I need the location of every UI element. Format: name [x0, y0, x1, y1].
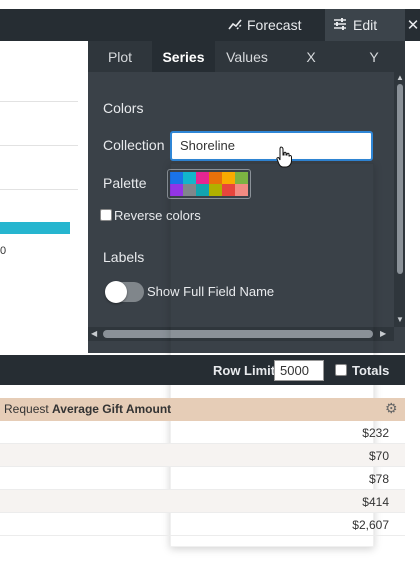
chart-bar: [0, 222, 70, 234]
collection-label: Collection: [103, 137, 165, 153]
tab-bar: Plot Series Values X Y: [88, 41, 405, 72]
scroll-right-icon[interactable]: ▶: [380, 329, 386, 338]
tab-series[interactable]: Series: [152, 41, 215, 72]
table-header[interactable]: Request Average Gift Amount ⚙: [0, 398, 405, 421]
gridline: [0, 101, 78, 102]
labels-heading: Labels: [103, 249, 145, 265]
forecast-label: Forecast: [247, 17, 302, 33]
scroll-left-icon[interactable]: ◀: [91, 329, 97, 338]
table-row: $70: [0, 444, 405, 467]
reverse-colors-checkbox[interactable]: [100, 209, 112, 221]
palette-swatch: [170, 172, 183, 184]
table-row: $78: [0, 467, 405, 490]
palette-swatch: [222, 172, 235, 184]
show-full-field-name-label: Show Full Field Name: [147, 284, 275, 299]
edit-button[interactable]: Edit: [325, 9, 405, 41]
show-full-field-name-toggle[interactable]: [105, 281, 144, 303]
hand-cursor-icon: [276, 146, 292, 168]
cell-value: $2,607: [352, 518, 389, 532]
scrollbar-thumb[interactable]: [103, 330, 373, 338]
palette-swatch: [196, 184, 209, 196]
row-limit-input[interactable]: 5000: [274, 360, 324, 381]
palette-swatch: [170, 184, 183, 196]
gridline: [0, 189, 78, 190]
palette-swatch: [209, 172, 222, 184]
sliders-icon: [333, 17, 347, 34]
table-row: $232: [0, 421, 405, 444]
cell-value: $232: [362, 426, 389, 440]
column-header-prefix: Request: [4, 402, 49, 416]
horizontal-scrollbar[interactable]: ◀ ▶: [88, 327, 394, 341]
row-limit-label: Row Limit: [213, 363, 276, 378]
forecast-button[interactable]: Forecast: [226, 9, 324, 41]
palette-swatch: [183, 184, 196, 196]
edit-label: Edit: [353, 17, 378, 33]
totals-checkbox[interactable]: [335, 364, 347, 376]
scroll-down-icon[interactable]: ▼: [396, 315, 404, 324]
totals-label: Totals: [352, 363, 390, 378]
palette-label: Palette: [103, 175, 147, 191]
tab-values[interactable]: Values: [215, 41, 279, 72]
gear-icon[interactable]: ⚙: [385, 400, 398, 417]
gridline: [0, 145, 78, 146]
palette-swatch: [222, 184, 235, 196]
column-header: Request Average Gift Amount: [4, 402, 171, 416]
scrollbar-thumb[interactable]: [397, 84, 403, 274]
top-toolbar: Forecast Edit ✕: [0, 9, 420, 41]
data-toolbar: Row Limit 5000 Totals: [0, 355, 405, 385]
cell-value: $78: [368, 472, 389, 486]
tab-x[interactable]: X: [279, 41, 343, 72]
colors-heading: Colors: [103, 100, 144, 116]
forecast-icon: [228, 17, 242, 34]
palette-swatch: [235, 184, 248, 196]
palette-swatch: [196, 172, 209, 184]
palette-swatch: [209, 184, 222, 196]
reverse-colors-label: Reverse colors: [114, 208, 201, 223]
collection-select[interactable]: Shoreline: [170, 131, 373, 161]
palette-swatch: [183, 172, 196, 184]
edit-panel: Plot Series Values X Y Colors Collection…: [88, 41, 405, 353]
palette-swatch: [235, 172, 248, 184]
toggle-knob: [105, 281, 127, 303]
table-row: $414: [0, 490, 405, 513]
cell-value: $414: [362, 495, 389, 509]
axis-tick-label: 0: [0, 245, 7, 257]
close-icon[interactable]: ✕: [406, 9, 420, 41]
column-header-title: Average Gift Amount: [52, 402, 172, 416]
palette-picker[interactable]: [167, 169, 251, 199]
cell-value: $70: [368, 449, 389, 463]
vertical-scrollbar[interactable]: ▲ ▼: [394, 72, 405, 327]
table-row: $2,607: [0, 513, 405, 536]
tab-plot[interactable]: Plot: [88, 41, 152, 72]
tab-y[interactable]: Y: [343, 41, 405, 72]
scroll-up-icon[interactable]: ▲: [396, 73, 404, 82]
